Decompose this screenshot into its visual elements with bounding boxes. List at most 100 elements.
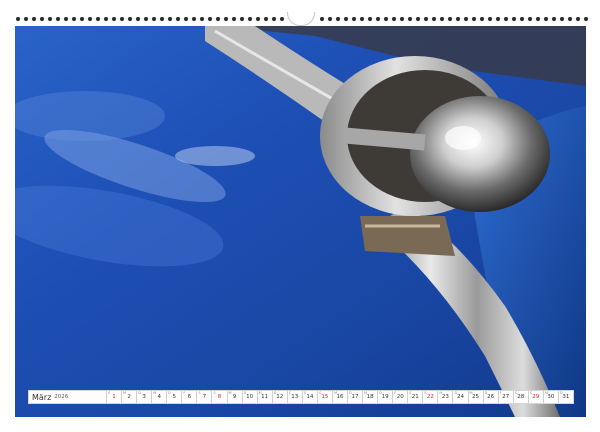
binding-hole	[424, 17, 428, 21]
day-number: 26	[487, 394, 495, 400]
binding-hole	[384, 17, 388, 21]
day-number: 4	[157, 394, 161, 400]
day-number: 1	[112, 394, 116, 400]
weekday-letter: S	[318, 391, 322, 395]
day-cell: D 26	[482, 391, 498, 403]
binding-hole	[456, 17, 460, 21]
day-cell: M 23	[437, 391, 452, 403]
binding-hole	[392, 17, 396, 21]
weekday-letter: S	[514, 391, 517, 395]
day-cell: M2	[121, 391, 136, 403]
day-cell: S 29	[527, 391, 543, 403]
weekday-letter: F	[183, 391, 186, 395]
day-number: 9	[232, 394, 237, 400]
day-cell: D 10	[241, 391, 257, 403]
weekday-letter: M	[153, 391, 157, 395]
binding-hole	[376, 17, 380, 21]
weekday-letter: S	[108, 391, 111, 395]
binding-hole	[32, 17, 36, 21]
binding-hole	[112, 17, 116, 21]
binding-hole	[400, 17, 404, 21]
binding-hole	[512, 17, 516, 21]
binding-hole	[264, 17, 268, 21]
binding-hole	[544, 17, 548, 21]
day-number: 2	[127, 394, 131, 400]
day-cell: D5	[166, 391, 181, 403]
binding-hole	[72, 17, 76, 21]
day-cell: D3	[136, 391, 151, 403]
binding-hole	[336, 17, 340, 21]
binding-hole	[496, 17, 500, 21]
calendar-strip: März 2026 S 1 M 2 D 3 M 4 D 5 F 6 S 7 S 8 M 9 D 10 M 11 D 12 F 13…	[28, 390, 574, 404]
day-number: 24	[456, 394, 464, 400]
binding-hole	[408, 17, 412, 21]
binding-hole	[416, 17, 420, 21]
binding-hole	[128, 17, 132, 21]
day-cell: D 24	[452, 391, 467, 403]
weekday-letter: M	[123, 391, 127, 395]
weekday-letter: M	[258, 391, 262, 395]
weekday-letter: D	[379, 391, 382, 395]
day-number: 13	[291, 394, 299, 400]
weekday-letter: M	[439, 391, 443, 395]
binding-hole	[328, 17, 332, 21]
weekday-letter: S	[303, 391, 307, 395]
binding-hole	[536, 17, 540, 21]
day-cell: M 16	[331, 391, 347, 403]
day-cell: D 17	[347, 391, 362, 403]
day-cell: M 25	[467, 391, 483, 403]
weekday-letter: S	[409, 391, 412, 395]
day-number: 20	[396, 394, 404, 400]
binding-hole	[184, 17, 188, 21]
binding-hole	[432, 17, 436, 21]
weekday-letter: D	[273, 391, 277, 395]
binding-hole	[192, 17, 196, 21]
day-list: S 1 M 2 D 3 M 4 D 5 F 6 S 7 S 8 M 9 D 10 M 11 D 12 F 13 S 14 S 15 M 16 D…	[106, 391, 573, 403]
month-label: März 2026	[29, 391, 106, 403]
day-number: 19	[381, 394, 389, 400]
binding-hole	[280, 17, 284, 21]
day-number: 16	[336, 394, 344, 400]
weekday-letter: D	[559, 391, 563, 395]
day-number: 23	[441, 394, 449, 400]
day-number: 31	[562, 394, 570, 400]
car-hood-ornament-photo	[15, 26, 586, 417]
binding-hole	[584, 17, 588, 21]
binding-hole	[56, 17, 60, 21]
binding-hole	[504, 17, 508, 21]
day-cell: D 12	[271, 391, 287, 403]
binding-hole	[448, 17, 452, 21]
day-number: 21	[411, 394, 419, 400]
day-number: 15	[321, 394, 329, 400]
day-cell: M 30	[542, 391, 558, 403]
weekday-letter: D	[349, 391, 352, 395]
day-cell: D 19	[377, 391, 392, 403]
weekday-letter: S	[424, 391, 427, 395]
day-number: 27	[502, 394, 510, 400]
month-name: März	[32, 392, 52, 402]
day-cell: F 13	[286, 391, 302, 403]
weekday-letter: M	[469, 391, 473, 395]
binding-hole	[232, 17, 236, 21]
day-number: 14	[306, 394, 314, 400]
day-number: 11	[261, 394, 269, 400]
day-cell: F 20	[392, 391, 407, 403]
photo-illustration	[15, 26, 586, 417]
binding-hole	[136, 17, 140, 21]
binding-hole	[96, 17, 100, 21]
binding-hole	[16, 17, 20, 21]
day-cell: M 18	[362, 391, 377, 403]
day-number: 3	[142, 394, 146, 400]
day-number: 25	[472, 394, 480, 400]
day-cell: F6	[181, 391, 196, 403]
day-number: 10	[246, 394, 254, 400]
day-number: 7	[202, 394, 207, 400]
binding-hole	[488, 17, 492, 21]
day-cell: M4	[151, 391, 166, 403]
day-number: 17	[351, 394, 359, 400]
weekday-letter: S	[198, 391, 201, 395]
binding-hole	[224, 17, 228, 21]
binding-hole	[256, 17, 260, 21]
binding-hole	[528, 17, 532, 21]
binding-hole	[168, 17, 172, 21]
